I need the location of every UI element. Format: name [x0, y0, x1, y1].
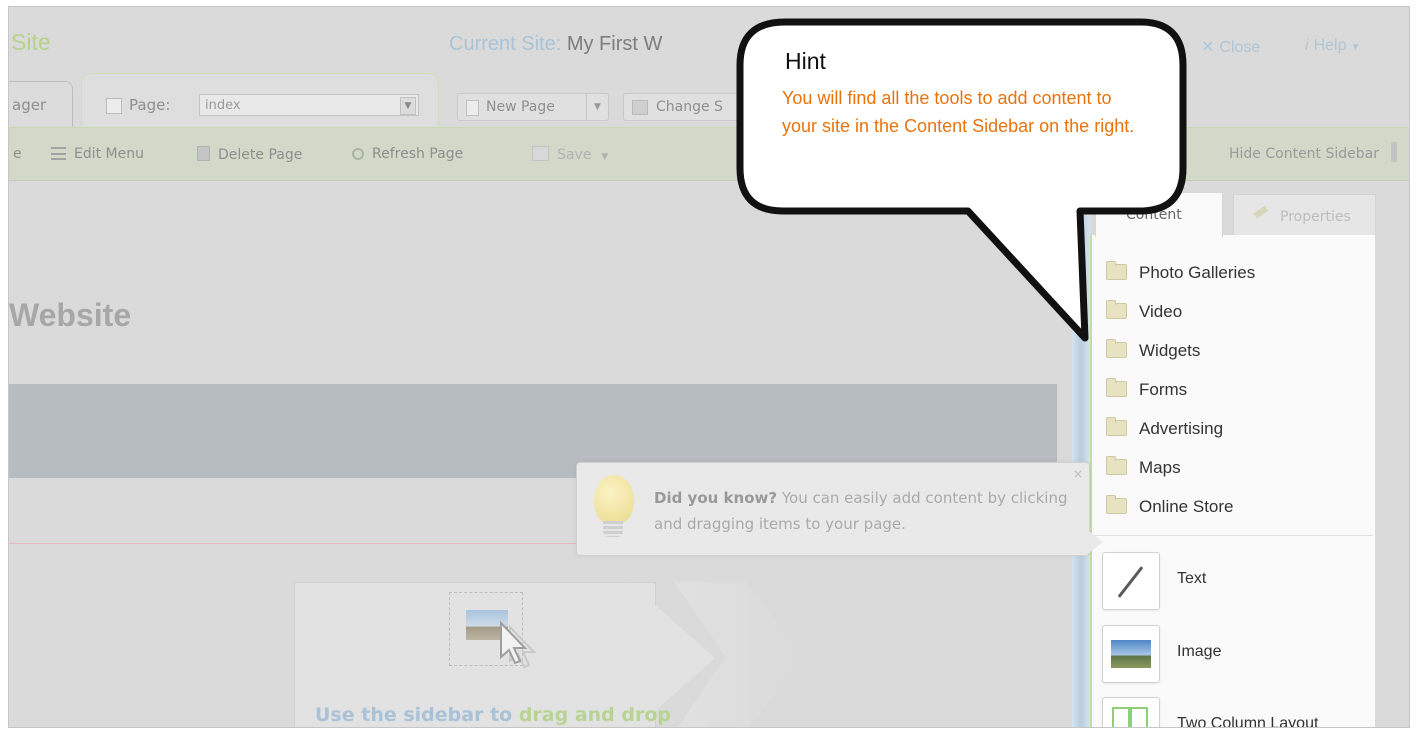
hint-title: Hint	[785, 48, 826, 74]
hint-body: You will find all the tools to add conte…	[782, 88, 1135, 136]
hint-callout	[736, 18, 1187, 342]
